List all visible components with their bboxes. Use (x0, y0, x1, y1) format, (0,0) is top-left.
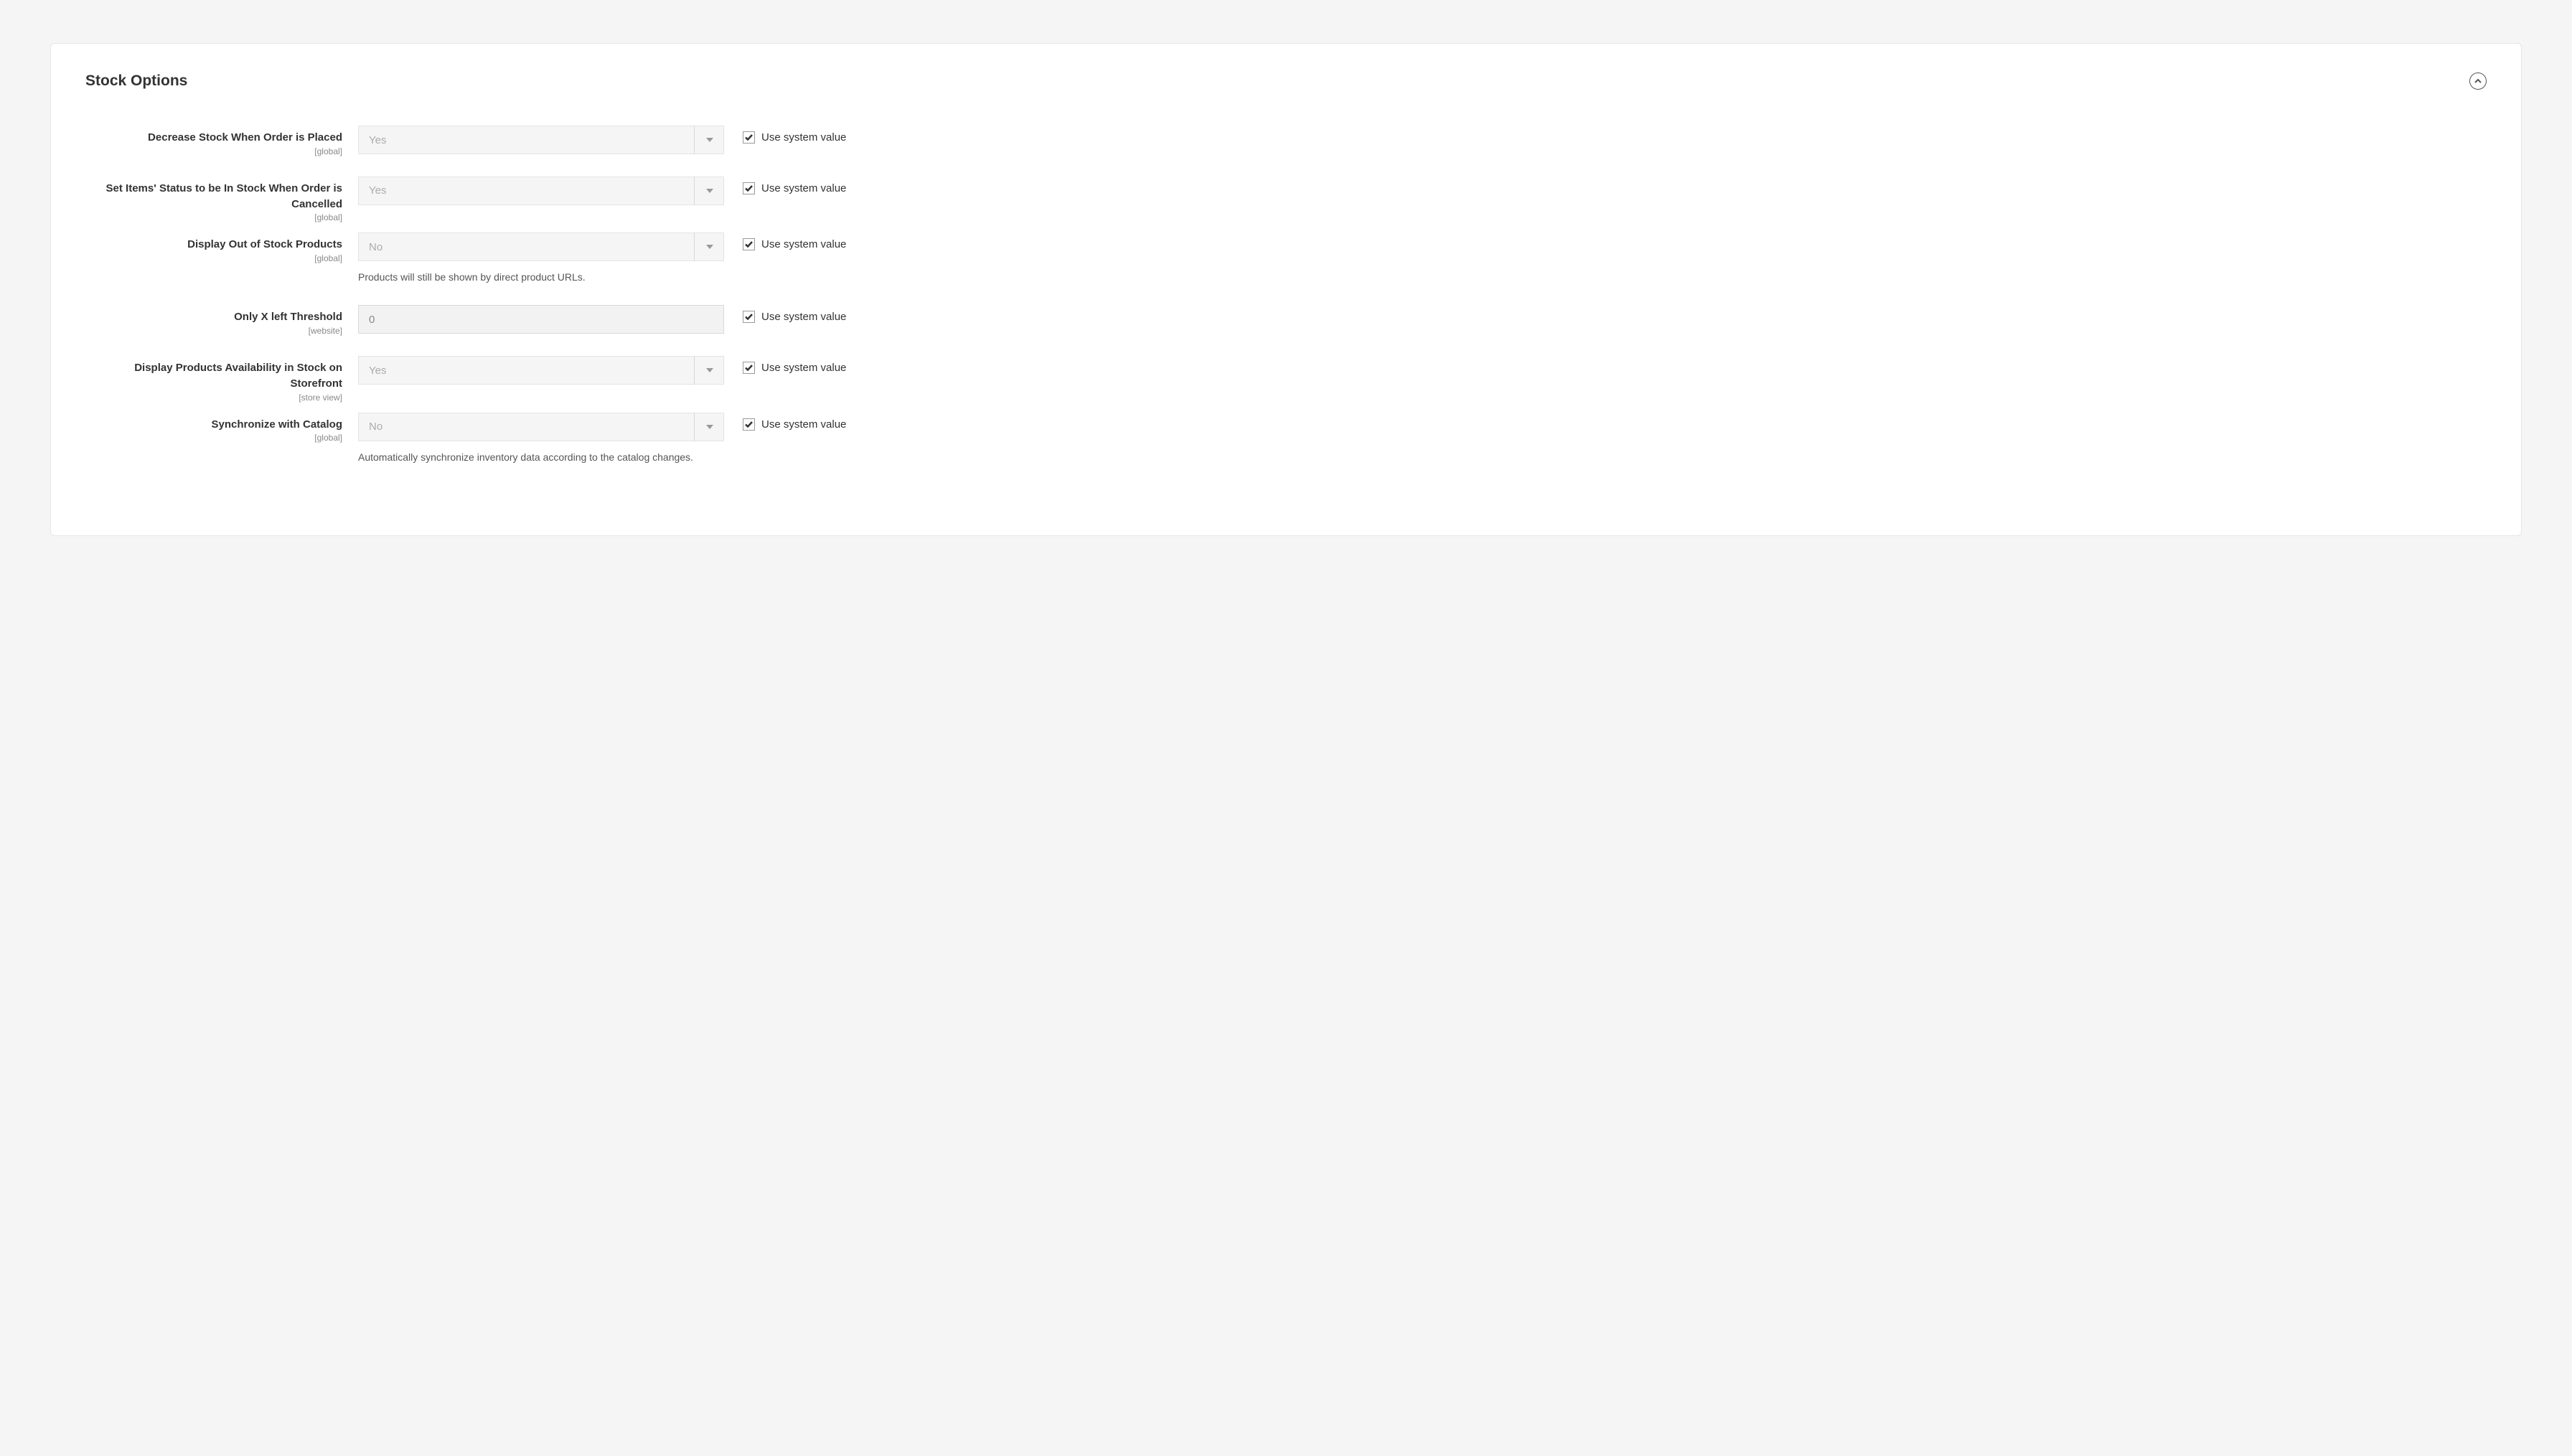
field-label: Synchronize with Catalog (211, 418, 342, 431)
field-help: Products will still be shown by direct p… (358, 270, 724, 285)
check-icon (745, 314, 753, 320)
use-system-label[interactable]: Use system value (761, 238, 846, 250)
label-col: Synchronize with Catalog [global] (85, 413, 358, 443)
check-icon (745, 185, 753, 192)
control-col: Yes (358, 356, 724, 385)
use-system-checkbox[interactable] (743, 131, 755, 144)
use-system-col: Use system value (724, 177, 846, 194)
check-icon (745, 134, 753, 141)
label-col: Set Items' Status to be In Stock When Or… (85, 177, 358, 223)
field-scope: [store view] (85, 393, 342, 403)
select-wrap: Yes (358, 126, 724, 154)
threshold-input[interactable] (358, 305, 724, 334)
display-availability-select[interactable]: Yes (358, 356, 724, 385)
field-set-instock-on-cancel: Set Items' Status to be In Stock When Or… (85, 177, 2487, 223)
label-col: Display Out of Stock Products [global] (85, 233, 358, 263)
select-wrap: Yes (358, 356, 724, 385)
field-label: Decrease Stock When Order is Placed (148, 131, 342, 144)
control-col: Yes (358, 126, 724, 154)
decrease-stock-select[interactable]: Yes (358, 126, 724, 154)
select-wrap: No (358, 233, 724, 261)
use-system-checkbox[interactable] (743, 311, 755, 323)
field-scope: [global] (85, 146, 342, 156)
control-col: No Products will still be shown by direc… (358, 233, 724, 285)
use-system-label[interactable]: Use system value (761, 311, 846, 323)
field-scope: [global] (85, 433, 342, 443)
check-icon (745, 241, 753, 248)
panel-title: Stock Options (85, 72, 187, 90)
set-instock-on-cancel-select[interactable]: Yes (358, 177, 724, 205)
use-system-col: Use system value (724, 305, 846, 323)
check-icon (745, 365, 753, 371)
use-system-col: Use system value (724, 413, 846, 431)
select-wrap: Yes (358, 177, 724, 205)
panel-header: Stock Options (85, 72, 2487, 90)
sync-catalog-select[interactable]: No (358, 413, 724, 441)
control-col: No Automatically synchronize inventory d… (358, 413, 724, 465)
control-col: Yes (358, 177, 724, 205)
use-system-col: Use system value (724, 356, 846, 374)
field-label: Set Items' Status to be In Stock When Or… (106, 182, 342, 210)
field-sync-catalog: Synchronize with Catalog [global] No Aut… (85, 413, 2487, 465)
use-system-label[interactable]: Use system value (761, 418, 846, 431)
label-col: Display Products Availability in Stock o… (85, 356, 358, 403)
field-label: Display Products Availability in Stock o… (134, 362, 342, 390)
use-system-label[interactable]: Use system value (761, 131, 846, 144)
control-col (358, 305, 724, 334)
collapse-button[interactable] (2469, 72, 2487, 90)
use-system-checkbox[interactable] (743, 238, 755, 250)
use-system-label[interactable]: Use system value (761, 182, 846, 194)
use-system-label[interactable]: Use system value (761, 362, 846, 374)
field-decrease-stock: Decrease Stock When Order is Placed [glo… (85, 126, 2487, 156)
select-wrap: No (358, 413, 724, 441)
field-display-availability: Display Products Availability in Stock o… (85, 356, 2487, 403)
use-system-col: Use system value (724, 233, 846, 250)
stock-options-panel: Stock Options Decrease Stock When Order … (50, 43, 2522, 536)
use-system-checkbox[interactable] (743, 182, 755, 194)
use-system-col: Use system value (724, 126, 846, 144)
field-scope: [website] (85, 326, 342, 336)
chevron-up-icon (2474, 79, 2482, 83)
use-system-checkbox[interactable] (743, 418, 755, 431)
field-scope: [global] (85, 253, 342, 263)
field-label: Only X left Threshold (234, 311, 342, 323)
field-help: Automatically synchronize inventory data… (358, 450, 724, 465)
use-system-checkbox[interactable] (743, 362, 755, 374)
label-col: Decrease Stock When Order is Placed [glo… (85, 126, 358, 156)
field-scope: [global] (85, 212, 342, 222)
field-label: Display Out of Stock Products (187, 238, 342, 250)
field-threshold: Only X left Threshold [website] Use syst… (85, 305, 2487, 336)
check-icon (745, 421, 753, 428)
label-col: Only X left Threshold [website] (85, 305, 358, 336)
field-display-out-of-stock: Display Out of Stock Products [global] N… (85, 233, 2487, 285)
display-out-of-stock-select[interactable]: No (358, 233, 724, 261)
